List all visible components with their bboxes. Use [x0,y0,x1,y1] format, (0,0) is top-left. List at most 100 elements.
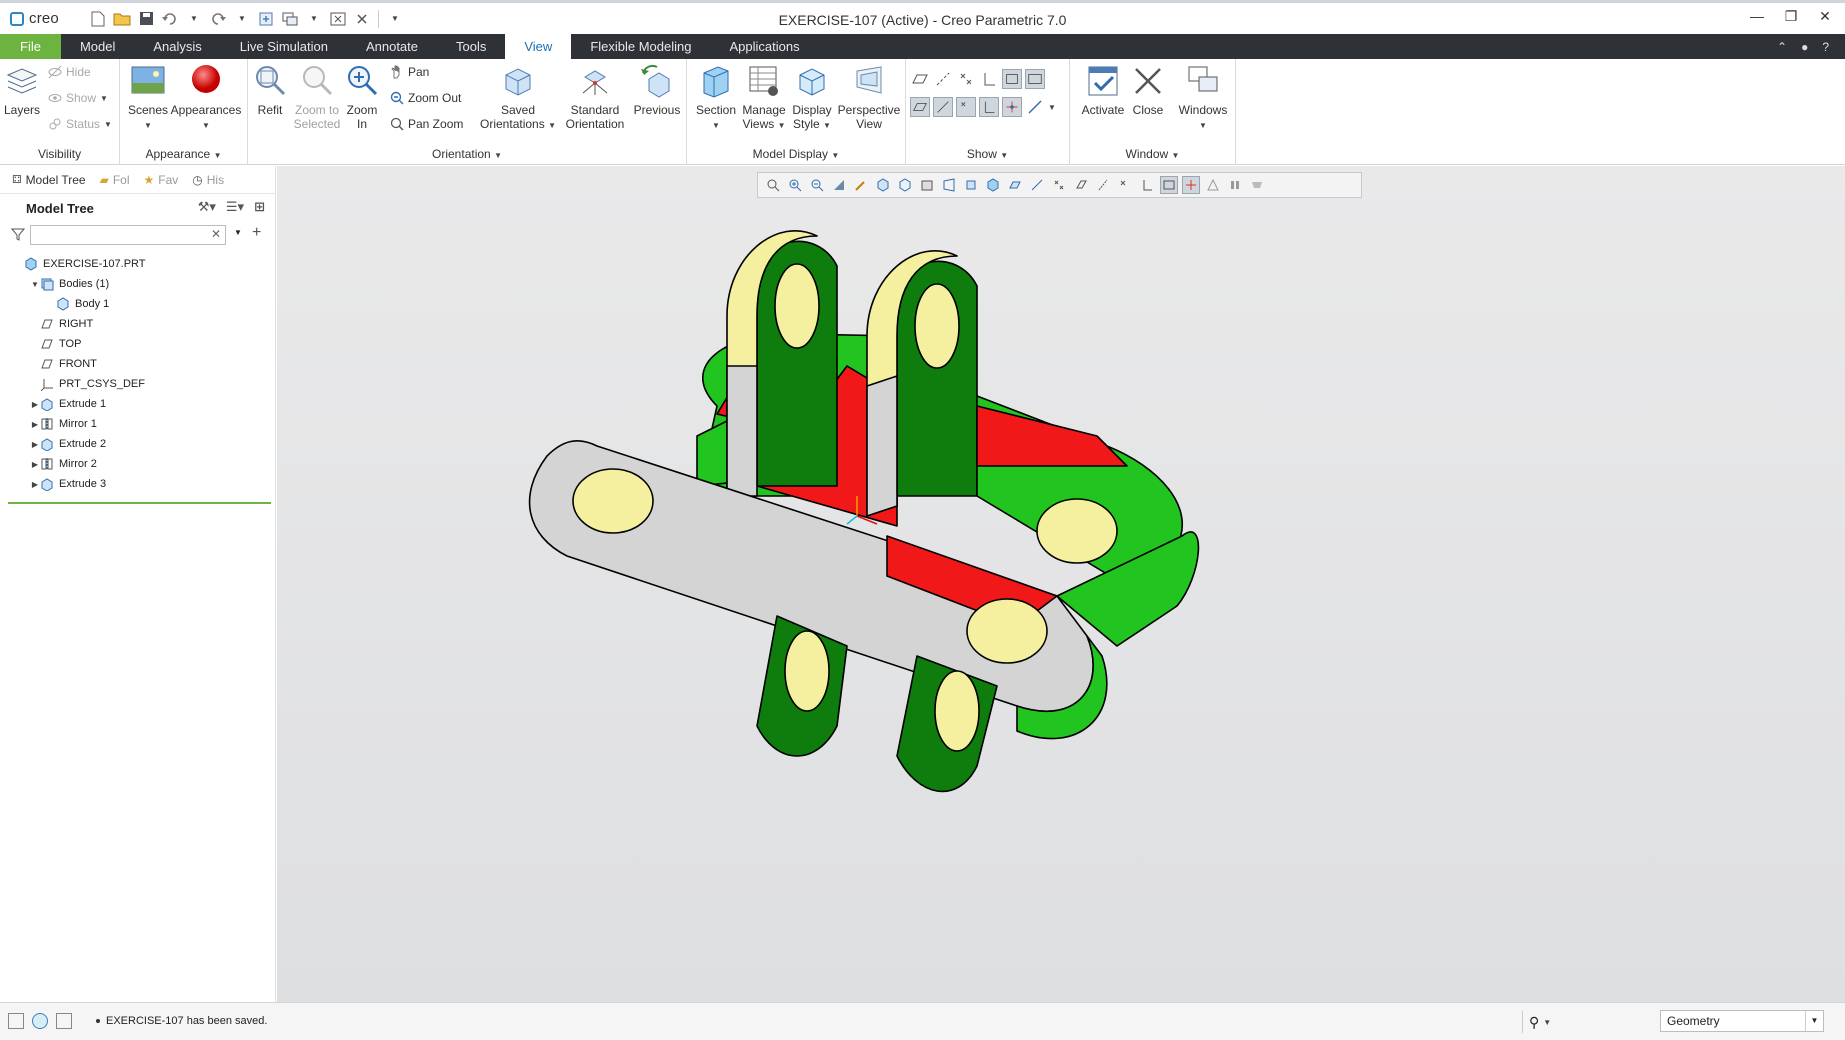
hide-button[interactable]: Hide [48,65,91,79]
close-button[interactable]: Close [1128,63,1168,117]
tree-node[interactable]: EXERCISE-107.PRT [0,254,275,274]
zoom-to-selected-button[interactable]: Zoom to Selected [292,63,342,131]
refit-button[interactable]: Refit [252,63,288,117]
new-file-icon[interactable] [88,9,108,29]
tab-file[interactable]: File [0,34,61,59]
expand-toggle-icon[interactable]: ▼ [30,280,40,289]
model-display-group-dropdown-icon[interactable]: ▼ [831,151,839,160]
tag-display-icon[interactable] [1002,69,1022,89]
navtab-folder-browser[interactable]: ▰ Fol [96,170,134,190]
customize-qat-dropdown-icon[interactable]: ▼ [385,9,405,29]
status-button[interactable]: Status ▼ [48,117,112,131]
saved-orientations-button[interactable]: Saved Orientations ▼ [480,63,556,133]
redo-dropdown-icon[interactable]: ▼ [232,9,252,29]
tree-node[interactable]: ▶ Mirror 2 [0,454,275,474]
tab-model[interactable]: Model [61,34,134,59]
section-dropdown-icon[interactable]: ▼ [712,121,720,130]
tree-node[interactable]: ▶ Extrude 1 [0,394,275,414]
find-button[interactable]: ⚲ ▼ [1522,1011,1566,1033]
tree-node[interactable]: ▶ Extrude 3 [0,474,275,494]
section-button[interactable]: Section ▼ [691,63,741,133]
tree-filters-icon[interactable]: ⊞ [254,199,265,215]
tree-node[interactable]: ▶ Extrude 2 [0,434,275,454]
appearance-group-dropdown-icon[interactable]: ▼ [214,151,222,160]
redo-icon[interactable] [208,9,228,29]
part-model-3d[interactable] [277,166,1845,1002]
tab-tools[interactable]: Tools [437,34,505,59]
selection-filter-select[interactable]: Geometry ▼ [1660,1010,1824,1032]
orientation-group-dropdown-icon[interactable]: ▼ [494,151,502,160]
graphics-window[interactable] [277,166,1845,1002]
tree-search-input[interactable]: ✕ [30,225,226,245]
minimize-ribbon-icon[interactable]: ⌃ [1777,40,1787,54]
tree-node[interactable]: FRONT [0,354,275,374]
display-style-dropdown-icon[interactable]: ▼ [823,121,831,130]
plane-tag-icon[interactable] [910,97,930,117]
csys-tag-icon[interactable] [979,97,999,117]
pan-button[interactable]: Pan [390,65,429,79]
open-folder-icon[interactable] [112,9,132,29]
filter-funnel-icon[interactable] [10,227,26,244]
axis-display-icon[interactable] [933,69,953,89]
perspective-view-button[interactable]: Perspective View [835,63,903,131]
tree-node[interactable]: PRT_CSYS_DEF [0,374,275,394]
find-dropdown-icon[interactable]: ▼ [1543,1018,1551,1027]
tree-node[interactable]: ▶ Mirror 1 [0,414,275,434]
close-icon[interactable]: ✕ [1815,8,1835,25]
expand-toggle-icon[interactable]: ▶ [30,400,40,409]
window-group-dropdown-icon[interactable]: ▼ [1172,151,1180,160]
appearances-button[interactable]: Appearances ▼ [170,63,242,133]
tree-node[interactable]: RIGHT [0,314,275,334]
tree-node[interactable]: ▼ Bodies (1) [0,274,275,294]
tab-live-simulation[interactable]: Live Simulation [221,34,347,59]
save-icon[interactable] [136,9,156,29]
tab-applications[interactable]: Applications [710,34,818,59]
display-style-button[interactable]: Display Style ▼ [789,63,835,133]
point-tag-icon[interactable] [956,97,976,117]
manage-views-dropdown-icon[interactable]: ▼ [778,121,786,130]
undo-dropdown-icon[interactable]: ▼ [184,9,204,29]
regenerate-icon[interactable] [256,9,276,29]
pan-zoom-button[interactable]: Pan Zoom [390,117,463,131]
appearances-dropdown-icon[interactable]: ▼ [202,121,210,130]
saved-orientations-dropdown-icon[interactable]: ▼ [548,121,556,130]
navtab-model-tree[interactable]: ⚃ Model Tree [8,170,90,190]
windows-icon[interactable] [280,9,300,29]
manage-views-button[interactable]: Manage Views ▼ [739,63,789,133]
zoom-in-button[interactable]: Zoom In [344,63,380,131]
tab-view[interactable]: View [505,34,572,59]
expand-toggle-icon[interactable]: ▶ [30,420,40,429]
account-icon[interactable]: ● [1801,40,1808,54]
show-dropdown-icon[interactable]: ▼ [100,94,108,103]
navtab-history[interactable]: ◷ His [188,170,228,190]
insert-here-marker[interactable] [8,502,271,504]
help-icon[interactable]: ? [1822,40,1829,54]
note-display-icon[interactable] [1025,69,1045,89]
undo-icon[interactable] [160,9,180,29]
windows-button[interactable]: Windows ▼ [1174,63,1232,133]
navtab-favorites[interactable]: ★ Fav [140,170,183,190]
point-display-icon[interactable] [956,69,976,89]
standard-orientation-button[interactable]: Standard Orientation [562,63,628,131]
show-more-dropdown-icon[interactable]: ▼ [1048,103,1056,112]
tree-columns-icon[interactable]: ☰▾ [226,199,244,215]
full-screen-icon[interactable] [56,1013,72,1029]
tree-node[interactable]: Body 1 [0,294,275,314]
expand-toggle-icon[interactable]: ▶ [30,480,40,489]
tab-analysis[interactable]: Analysis [134,34,220,59]
toggle-navigator-icon[interactable] [8,1013,24,1029]
tree-node[interactable]: TOP [0,334,275,354]
expand-toggle-icon[interactable]: ▶ [30,460,40,469]
tab-annotate[interactable]: Annotate [347,34,437,59]
close-window-qat-icon[interactable] [328,9,348,29]
axis-tag-icon[interactable] [933,97,953,117]
tree-settings-icon[interactable]: ⚒▾ [198,199,216,215]
status-dropdown-icon[interactable]: ▼ [104,120,112,129]
cancel-x-icon[interactable] [352,9,372,29]
csys-display-icon[interactable] [979,69,999,89]
maximize-icon[interactable]: ❐ [1781,8,1801,25]
expand-toggle-icon[interactable]: ▶ [30,440,40,449]
windows-dropdown-icon[interactable]: ▼ [304,9,324,29]
scenes-button[interactable]: Scenes ▼ [128,63,168,133]
search-dropdown-icon[interactable]: ▼ [234,228,242,237]
